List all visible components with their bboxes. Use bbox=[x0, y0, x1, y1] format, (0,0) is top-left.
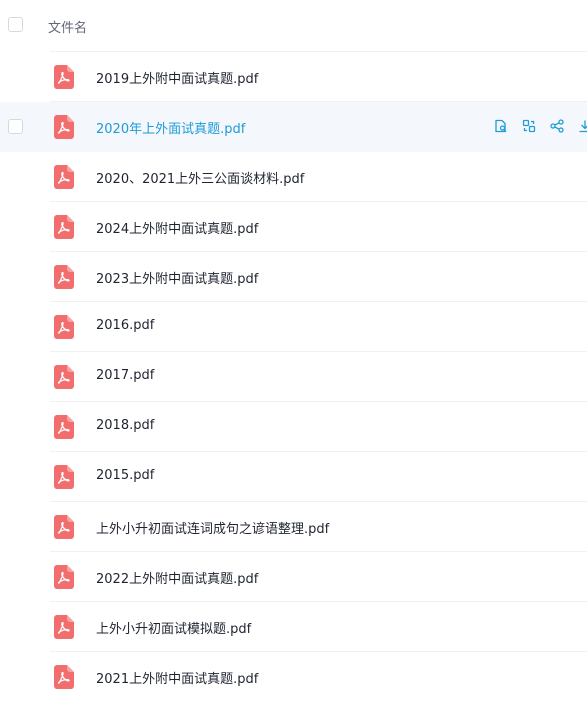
pdf-file-icon bbox=[54, 315, 74, 339]
file-row[interactable]: 2020、2021上外三公面谈材料.pdf bbox=[0, 152, 587, 202]
pdf-file-icon bbox=[54, 65, 74, 89]
column-header-filename[interactable]: 文件名 bbox=[48, 17, 87, 36]
file-row[interactable]: 2016.pdf bbox=[0, 302, 587, 352]
file-row[interactable]: 2021上外附中面试真题.pdf bbox=[0, 652, 587, 702]
file-row[interactable]: 2017.pdf bbox=[0, 352, 587, 402]
pdf-file-icon bbox=[54, 665, 74, 689]
file-row[interactable]: 2024上外附中面试真题.pdf bbox=[0, 202, 587, 252]
file-name[interactable]: 上外小升初面试模拟题.pdf bbox=[96, 618, 251, 637]
file-name[interactable]: 2021上外附中面试真题.pdf bbox=[96, 668, 258, 687]
file-name[interactable]: 2024上外附中面试真题.pdf bbox=[96, 218, 258, 237]
file-row[interactable]: 2015.pdf bbox=[0, 452, 587, 502]
file-row-hovered[interactable]: 2020年上外面试真题.pdf bbox=[0, 102, 587, 152]
file-name[interactable]: 2020年上外面试真题.pdf bbox=[96, 118, 245, 137]
pdf-file-icon bbox=[54, 415, 74, 439]
file-row[interactable]: 上外小升初面试模拟题.pdf bbox=[0, 602, 587, 652]
pdf-file-icon bbox=[54, 465, 74, 489]
file-name[interactable]: 2017.pdf bbox=[96, 368, 154, 383]
file-name[interactable]: 2018.pdf bbox=[96, 418, 154, 433]
pdf-file-icon bbox=[54, 365, 74, 389]
file-list: 文件名 2019上外附中面试真题.pdf 2020年上外面试真题.pdf 202 bbox=[0, 0, 587, 702]
file-name[interactable]: 2019上外附中面试真题.pdf bbox=[96, 68, 258, 87]
pdf-file-icon bbox=[54, 565, 74, 589]
pdf-file-icon bbox=[54, 265, 74, 289]
pdf-file-icon bbox=[54, 165, 74, 189]
pdf-file-icon bbox=[54, 615, 74, 639]
share-icon[interactable] bbox=[549, 118, 565, 134]
pdf-file-icon bbox=[54, 215, 74, 239]
file-name[interactable]: 2016.pdf bbox=[96, 318, 154, 333]
file-name[interactable]: 2022上外附中面试真题.pdf bbox=[96, 568, 258, 587]
row-checkbox[interactable] bbox=[8, 119, 23, 134]
pdf-file-icon bbox=[54, 115, 74, 139]
file-row[interactable]: 2022上外附中面试真题.pdf bbox=[0, 552, 587, 602]
pdf-file-icon bbox=[54, 515, 74, 539]
download-icon[interactable] bbox=[577, 118, 587, 134]
file-name[interactable]: 2023上外附中面试真题.pdf bbox=[96, 268, 258, 287]
select-all-checkbox[interactable] bbox=[8, 17, 23, 32]
file-row[interactable]: 2023上外附中面试真题.pdf bbox=[0, 252, 587, 302]
list-header: 文件名 bbox=[8, 0, 587, 52]
file-row[interactable]: 2018.pdf bbox=[0, 402, 587, 452]
file-row[interactable]: 2019上外附中面试真题.pdf bbox=[0, 52, 587, 102]
file-name[interactable]: 2015.pdf bbox=[96, 468, 154, 483]
file-row[interactable]: 上外小升初面试连词成句之谚语整理.pdf bbox=[0, 502, 587, 552]
copy-icon[interactable] bbox=[521, 118, 537, 134]
file-name[interactable]: 2020、2021上外三公面谈材料.pdf bbox=[96, 168, 304, 187]
row-actions bbox=[493, 118, 587, 134]
preview-icon[interactable] bbox=[493, 118, 509, 134]
file-name[interactable]: 上外小升初面试连词成句之谚语整理.pdf bbox=[96, 518, 329, 537]
